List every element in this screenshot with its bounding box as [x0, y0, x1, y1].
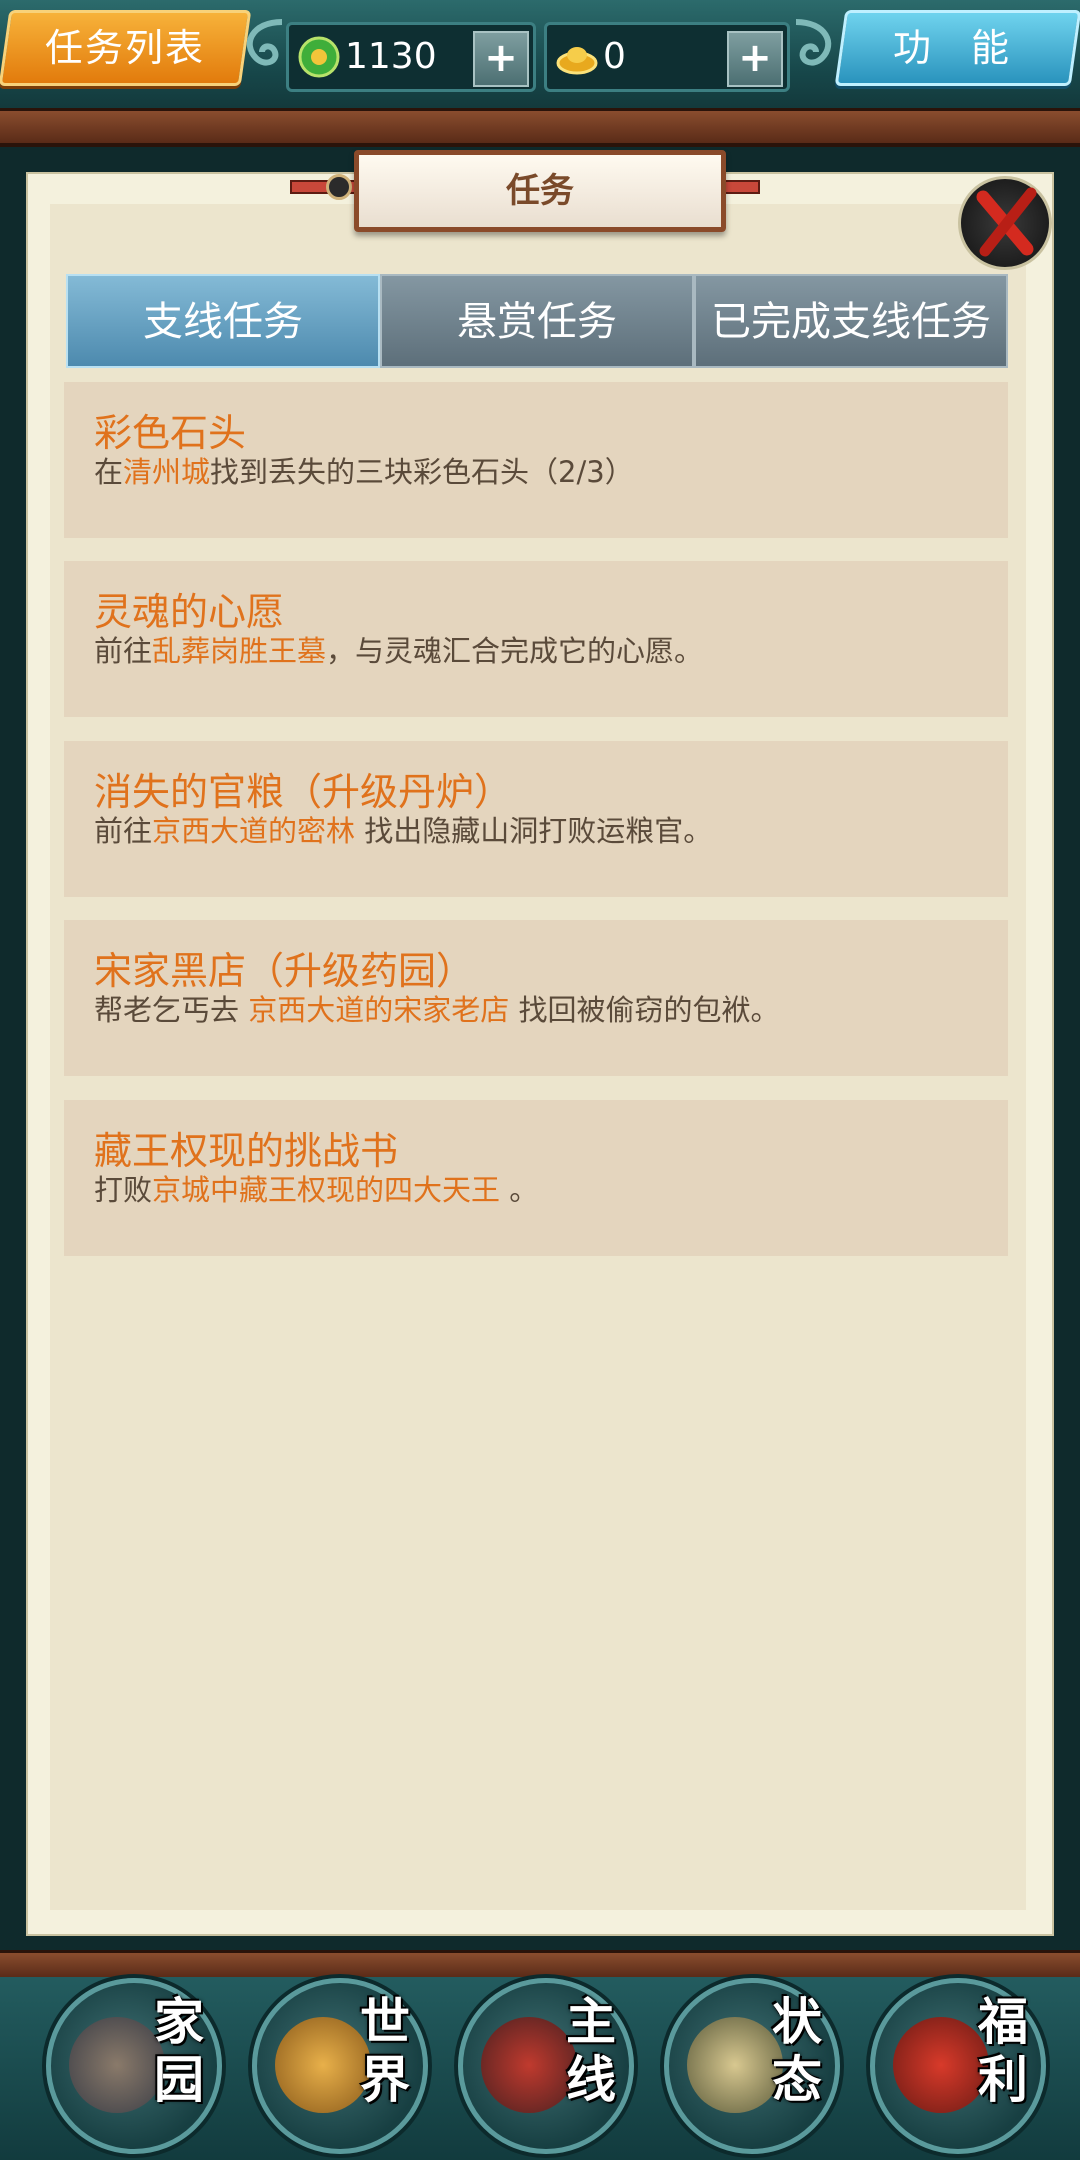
quest-tabs: 支线任务 悬赏任务 已完成支线任务 [66, 274, 1008, 368]
nav-world-button[interactable]: 世界 [252, 1978, 428, 2154]
function-label: 功 能 [892, 26, 1024, 70]
tab-bounty-quests[interactable]: 悬赏任务 [380, 274, 694, 368]
panel-title: 任务 [506, 171, 574, 211]
close-icon [976, 187, 1037, 257]
quest-title: 灵魂的心愿 [94, 590, 285, 634]
nav-status-label: 状态 [772, 1993, 822, 2109]
quest-location[interactable]: 清州城 [123, 455, 210, 489]
quest-title: 彩色石头 [94, 411, 247, 455]
quest-item[interactable]: 灵魂的心愿 前往乱葬岗胜王墓，与灵魂汇合完成它的心愿。 [64, 561, 1008, 717]
jade-amount: 1130 [345, 36, 437, 77]
quest-location[interactable]: 京西大道的宋家老店 [248, 993, 509, 1027]
top-bar-divider [0, 108, 1080, 147]
quest-location[interactable]: 京城中藏王权现的四大天王 [152, 1173, 500, 1207]
add-jade-button[interactable]: + [473, 31, 529, 87]
nav-world-label: 世界 [360, 1993, 410, 2109]
jade-currency-box: 1130 + [286, 22, 536, 92]
quest-title: 消失的官粮（升级丹炉） [94, 770, 513, 814]
quest-item[interactable]: 消失的官粮（升级丹炉） 前往京西大道的密林 找出隐藏山洞打败运粮官。 [64, 741, 1008, 897]
quest-location[interactable]: 乱葬岗胜王墓 [152, 634, 326, 668]
quest-item[interactable]: 宋家黑店（升级药园） 帮老乞丐去 京西大道的宋家老店 找回被偷窃的包袱。 [64, 920, 1008, 1076]
add-gold-button[interactable]: + [727, 31, 783, 87]
nav-main-quest-button[interactable]: 主线 [458, 1978, 634, 2154]
jade-coin-icon [298, 36, 340, 78]
gold-currency-box: 0 + [544, 22, 790, 92]
task-list-label: 任务列表 [44, 26, 205, 70]
scroll-ornament-icon [246, 19, 283, 66]
function-button[interactable]: 功 能 [834, 10, 1080, 86]
tab-branch-quests[interactable]: 支线任务 [66, 274, 380, 368]
quest-description: 前往京西大道的密林 找出隐藏山洞打败运粮官。 [94, 814, 713, 848]
task-list-button[interactable]: 任务列表 [0, 10, 252, 86]
quest-item[interactable]: 彩色石头 在清州城找到丢失的三块彩色石头（2/3） [64, 382, 1008, 538]
nav-home-label: 家园 [154, 1993, 204, 2109]
quest-description: 打败京城中藏王权现的四大天王 。 [94, 1173, 539, 1207]
quest-description: 在清州城找到丢失的三块彩色石头（2/3） [94, 455, 634, 489]
close-button[interactable] [958, 176, 1052, 270]
nav-main-quest-label: 主线 [566, 1993, 616, 2109]
quest-description: 帮老乞丐去 京西大道的宋家老店 找回被偷窃的包袱。 [94, 993, 780, 1027]
scroll-knob-left [326, 174, 352, 200]
quest-description: 前往乱葬岗胜王墓，与灵魂汇合完成它的心愿。 [94, 634, 704, 668]
bottom-bar-divider [0, 1950, 1080, 1980]
nav-status-button[interactable]: 状态 [664, 1978, 840, 2154]
panel-title-scroll: 任务 [354, 150, 726, 232]
quest-item[interactable]: 藏王权现的挑战书 打败京城中藏王权现的四大天王 。 [64, 1100, 1008, 1256]
gold-amount: 0 [603, 36, 626, 77]
nav-home-button[interactable]: 家园 [46, 1978, 222, 2154]
nav-welfare-label: 福利 [978, 1993, 1028, 2109]
quest-location[interactable]: 京西大道的密林 [152, 814, 355, 848]
gold-ingot-icon [556, 47, 598, 75]
quest-title: 宋家黑店（升级药园） [94, 949, 475, 993]
tab-completed-quests[interactable]: 已完成支线任务 [694, 274, 1008, 368]
quest-title: 藏王权现的挑战书 [94, 1129, 399, 1173]
nav-welfare-button[interactable]: 福利 [870, 1978, 1046, 2154]
